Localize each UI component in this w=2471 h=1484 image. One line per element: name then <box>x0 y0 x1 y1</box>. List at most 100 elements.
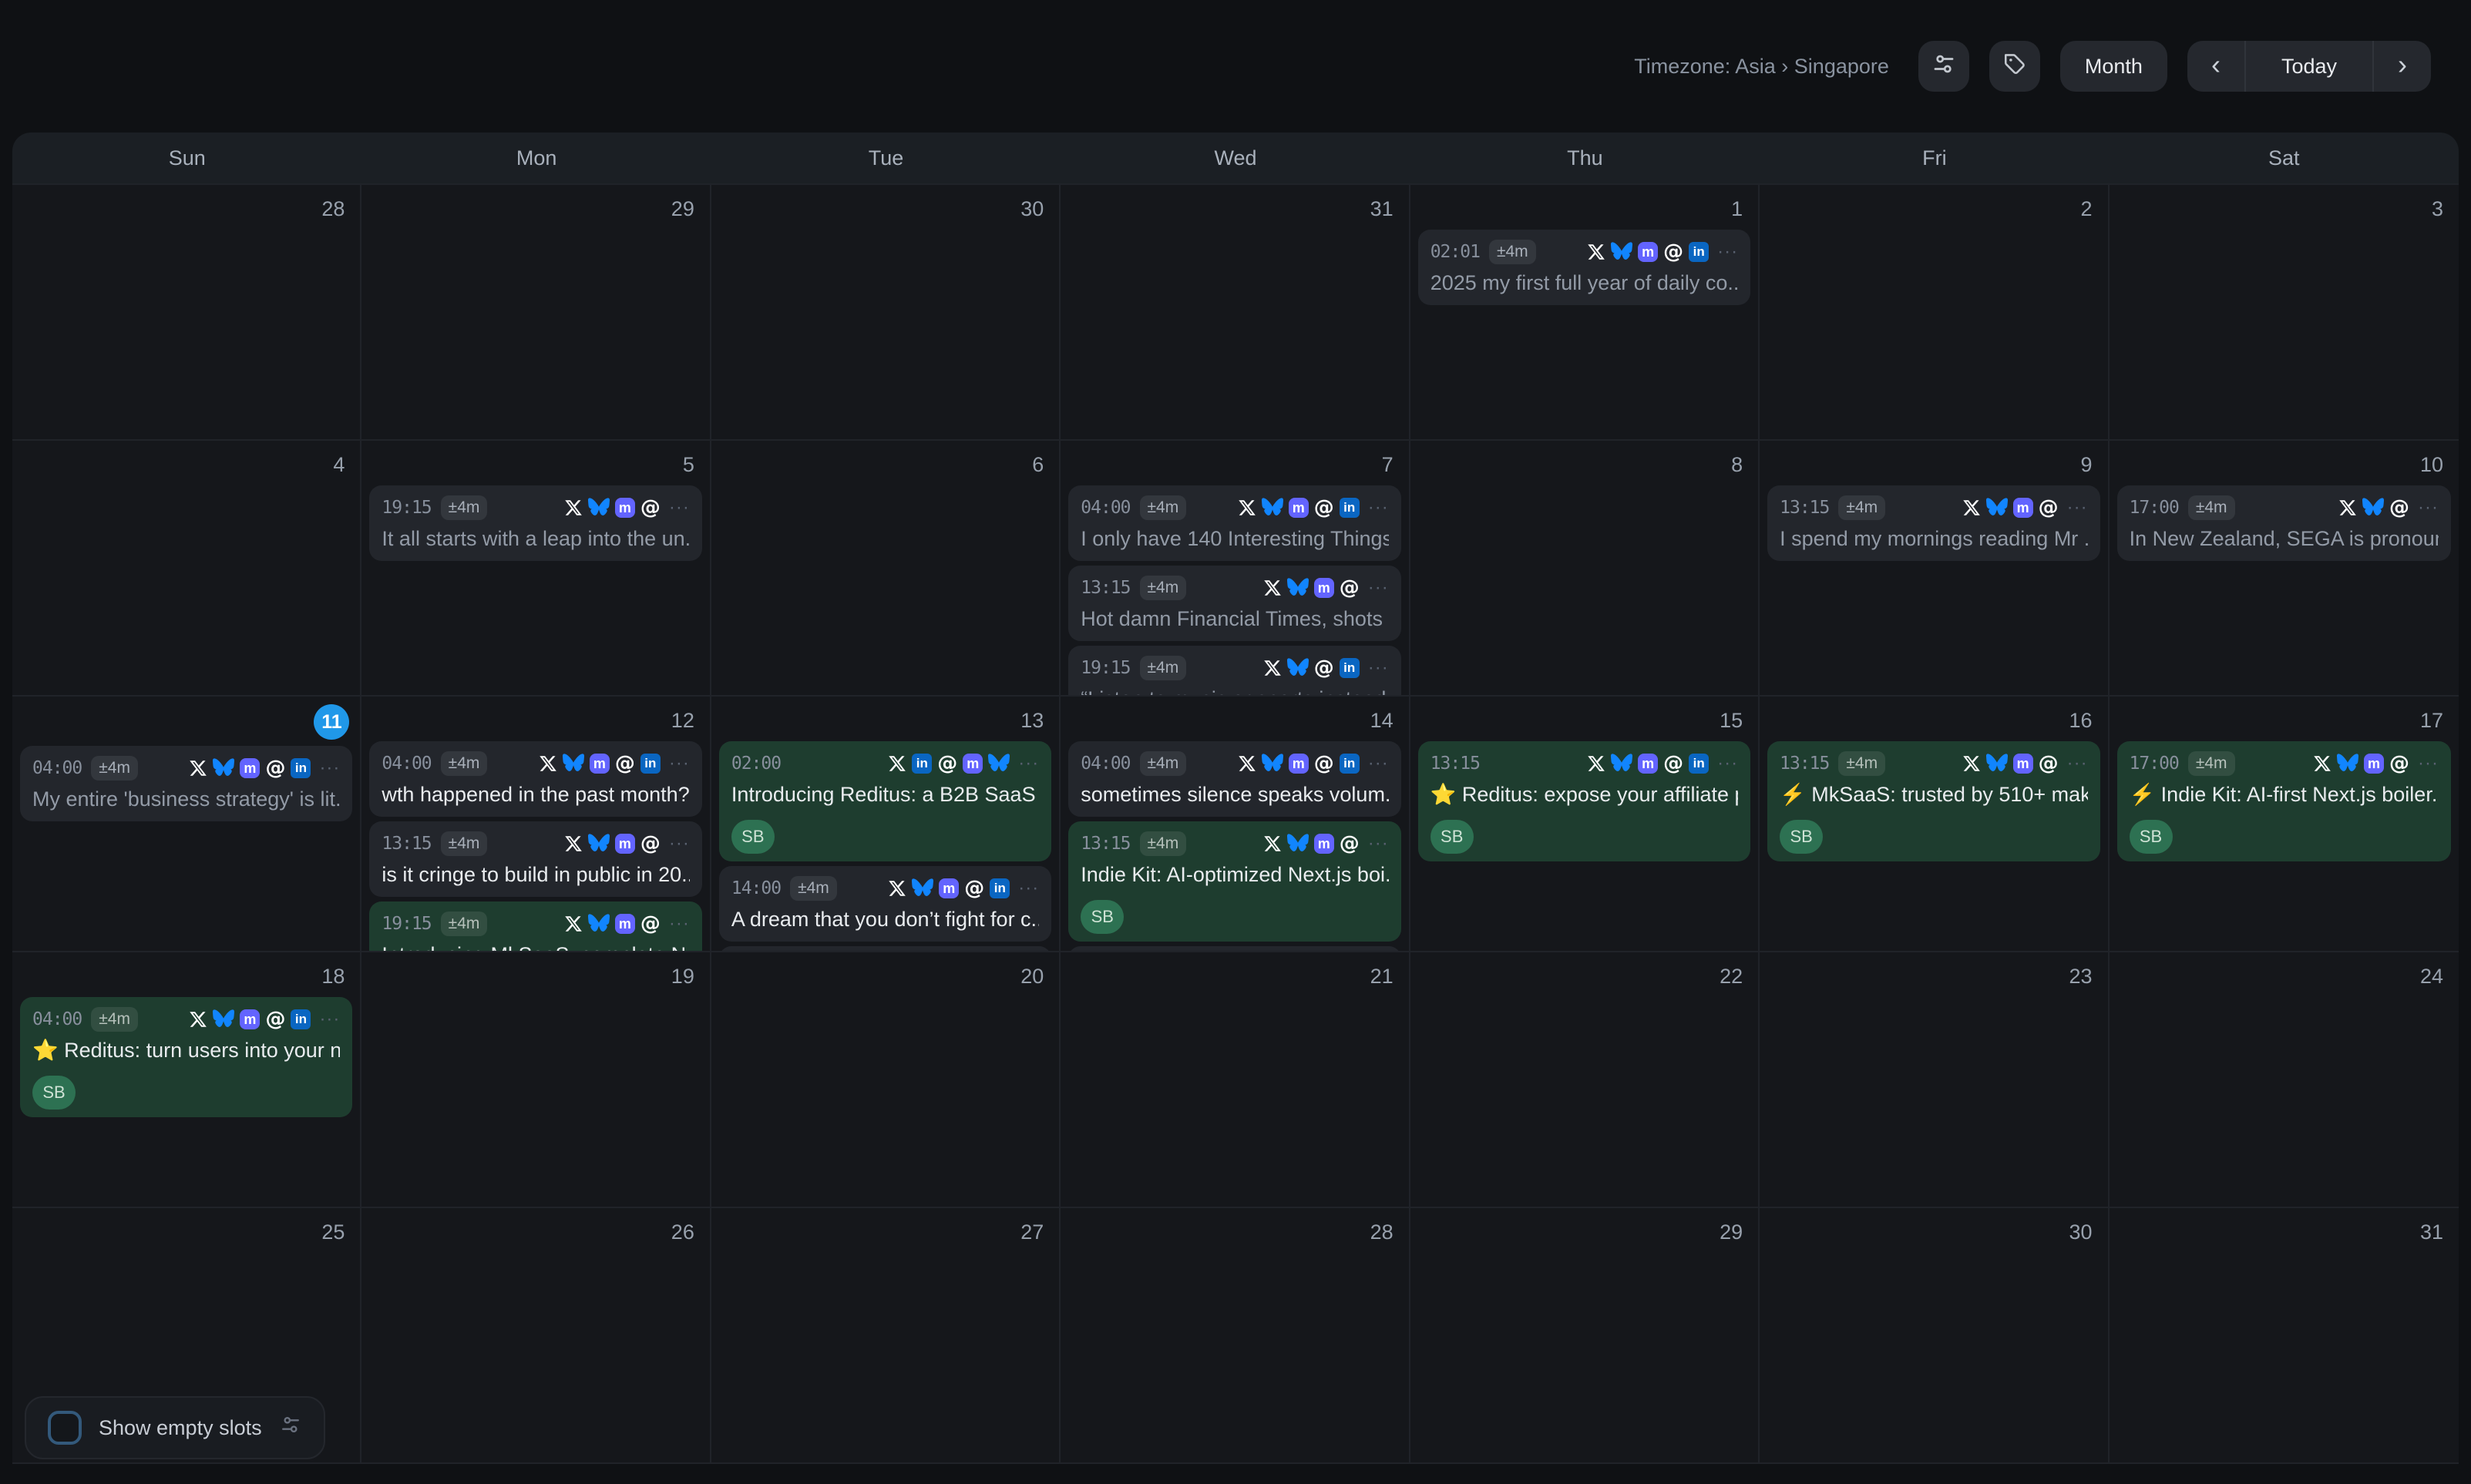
day-cell-2[interactable]: 2 <box>1760 183 2109 439</box>
tag-button[interactable] <box>1989 41 2040 92</box>
date-label: 12 <box>671 707 694 734</box>
event-header: 13:15±4mm@··· <box>1081 829 1388 858</box>
day-cell-31[interactable]: 31 <box>1061 183 1410 439</box>
day-cell-17[interactable]: 1717:00±4mm@···⚡ Indie Kit: AI-first Nex… <box>2110 695 2459 951</box>
threads-icon: @ <box>937 754 957 774</box>
more-platforms-icon: ··· <box>1368 660 1389 676</box>
day-cell-5[interactable]: 519:15±4mm@···It all starts with a leap … <box>361 439 711 695</box>
event-card[interactable]: 13:15±4mm@···⚡ MkSaaS: trusted by 510+ m… <box>1767 741 2100 861</box>
day-cell-18[interactable]: 1804:00±4mm@in···⭐ Reditus: turn users i… <box>12 951 361 1207</box>
day-cell-8[interactable]: 8 <box>1410 439 1760 695</box>
day-cell-9[interactable]: 9 13:15±4mm@···I spend my mornings readin… <box>1760 439 2109 695</box>
prev-month-button[interactable]: ‹ <box>2187 41 2244 92</box>
event-text: sometimes silence speaks volum... <box>1081 780 1388 809</box>
day-cell-28[interactable]: 28 <box>1061 1207 1410 1462</box>
day-cell-3[interactable]: 3 <box>2110 183 2459 439</box>
month-view-button[interactable]: Month <box>2060 41 2167 92</box>
event-text: Hot damn Financial Times, shots ... <box>1081 604 1388 633</box>
day-cell-1[interactable]: 102:01±4mm@in···2025 my first full year … <box>1410 183 1760 439</box>
day-cell-26[interactable]: 26 <box>361 1207 711 1462</box>
day-cell-10[interactable]: 1017:00±4m@···In New Zealand, SEGA is pr… <box>2110 439 2459 695</box>
event-card[interactable]: 19:15±4mm@···It all starts with a leap i… <box>369 485 701 561</box>
event-header: 17:00±4mm@··· <box>2130 749 2439 778</box>
day-cell-15[interactable]: 15 13:15m@in···⭐ Reditus: expose your aff… <box>1410 695 1760 951</box>
threads-icon: @ <box>2039 498 2059 518</box>
event-card[interactable]: 13:15±4mm@···Indie Kit: AI-optimized Nex… <box>1068 821 1400 942</box>
event-card[interactable]: 17:00±4mm@···⚡ Indie Kit: AI-first Next.… <box>2117 741 2451 861</box>
event-time: 04:00 <box>32 758 82 778</box>
more-platforms-icon: ··· <box>1368 580 1389 596</box>
day-cell-21[interactable]: 21 <box>1061 951 1410 1207</box>
next-month-button[interactable]: › <box>2374 41 2431 92</box>
today-button[interactable]: Today <box>2244 41 2374 92</box>
event-text: Introducing Reditus: a B2B SaaS ... <box>731 780 1039 809</box>
day-cell-28[interactable]: 28 <box>12 183 361 439</box>
events-container <box>711 227 1059 439</box>
event-card[interactable]: 02:01±4mm@in···2025 my first full year o… <box>1418 230 1750 305</box>
show-empty-slots-checkbox[interactable] <box>48 1411 82 1445</box>
day-cell-29[interactable]: 29 <box>361 183 711 439</box>
day-cell-19[interactable]: 19 <box>361 951 711 1207</box>
event-card[interactable]: 04:00±4mm@in···sometimes silence speaks … <box>1068 741 1400 817</box>
x-icon <box>564 834 583 853</box>
date-label: 28 <box>321 196 345 222</box>
event-card[interactable]: 19:15±4mm@···Introducing MkSaaS: complet… <box>369 901 701 951</box>
event-card[interactable]: 04:00±4mm@in···My entire 'business strat… <box>20 746 352 821</box>
threads-icon: @ <box>1340 834 1360 854</box>
day-cell-6[interactable]: 6 <box>711 439 1061 695</box>
event-header: 13:15±4mm@··· <box>1780 749 2087 778</box>
date-label: 31 <box>1370 196 1394 222</box>
day-cell-7[interactable]: 704:00±4mm@in···I only have 140 Interest… <box>1061 439 1410 695</box>
event-card[interactable]: 17:00±4m@···In New Zealand, SEGA is pron… <box>2117 485 2451 561</box>
event-card[interactable]: 04:00±4mm@in···⭐ Reditus: turn users int… <box>20 997 352 1117</box>
day-cell-13[interactable]: 1302:00in@m···Introducing Reditus: a B2B… <box>711 695 1061 951</box>
date-row: 15 <box>1410 697 1758 738</box>
event-card[interactable]: 13:15±4mm@···is it cringe to build in pu… <box>369 821 701 897</box>
show-empty-slots-toggle[interactable]: Show empty slots <box>25 1396 325 1459</box>
platform-icons: m@··· <box>564 914 690 934</box>
event-card[interactable]: 13:15m@in···⭐ Reditus: expose your affil… <box>1418 741 1750 861</box>
date-label: 14 <box>1370 707 1394 734</box>
date-label: 15 <box>1720 707 1743 734</box>
threads-icon: @ <box>2389 498 2409 518</box>
day-cell-30[interactable]: 30 <box>1760 1207 2109 1462</box>
day-cell-11[interactable]: 1104:00±4mm@in···My entire 'business str… <box>12 695 361 951</box>
event-card[interactable]: 14:00±4mm@in···A dream that you don’t fi… <box>719 866 1051 942</box>
event-header: 04:00±4mm@in··· <box>1081 749 1388 778</box>
day-cell-27[interactable]: 27 <box>711 1207 1061 1462</box>
day-cell-12[interactable]: 12 04:00±4mm@in···wth happened in the pas… <box>361 695 711 951</box>
more-platforms-icon: ··· <box>669 756 690 771</box>
day-cell-22[interactable]: 22 <box>1410 951 1760 1207</box>
day-cell-24[interactable]: 24 <box>2110 951 2459 1207</box>
day-cell-20[interactable]: 20 <box>711 951 1061 1207</box>
event-card[interactable]: 04:00±4mm@in···wth happened in the past … <box>369 741 701 817</box>
day-cell-4[interactable]: 4 <box>12 439 361 695</box>
filter-button[interactable] <box>1918 41 1969 92</box>
day-cell-30[interactable]: 30 <box>711 183 1061 439</box>
event-card[interactable]: 13:15±4mm@···Hot damn Financial Times, s… <box>1068 566 1400 641</box>
day-cell-31[interactable]: 31 <box>2110 1207 2459 1462</box>
date-label: 9 <box>2081 452 2093 478</box>
event-time: 17:00 <box>2130 754 2179 774</box>
day-cell-16[interactable]: 1613:15±4mm@···⚡ MkSaaS: trusted by 510+… <box>1760 695 2109 951</box>
day-cell-29[interactable]: 29 <box>1410 1207 1760 1462</box>
more-platforms-icon: ··· <box>319 760 340 776</box>
event-card[interactable]: 04:00±4mm@in···I only have 140 Interesti… <box>1068 485 1400 561</box>
date-label: 8 <box>1731 452 1743 478</box>
events-container: 04:00±4mm@in···I only have 140 Interesti… <box>1061 482 1408 695</box>
date-row: 9 <box>1760 441 2107 482</box>
day-cell-23[interactable]: 23 <box>1760 951 2109 1207</box>
platform-icons: in@m··· <box>888 754 1039 774</box>
event-offset-badge: ±4m <box>1140 576 1187 600</box>
events-container: 13:15±4mm@···I spend my mornings reading… <box>1760 482 2107 695</box>
bluesky-icon <box>213 758 234 778</box>
mastodon-icon: m <box>939 878 959 898</box>
event-card[interactable]: 13:15±4mm@···I spend my mornings reading… <box>1767 485 2100 561</box>
event-card[interactable]: 02:00in@m···Introducing Reditus: a B2B S… <box>719 741 1051 861</box>
date-row: 10 <box>2110 441 2459 482</box>
event-card[interactable]: 19:15±4m@in···“Listen to music or sports… <box>1068 646 1400 695</box>
bluesky-icon <box>1611 242 1632 262</box>
day-cell-14[interactable]: 14 04:00±4mm@in···sometimes silence speak… <box>1061 695 1410 951</box>
bluesky-icon <box>213 1009 234 1029</box>
threads-icon: @ <box>1314 754 1334 774</box>
